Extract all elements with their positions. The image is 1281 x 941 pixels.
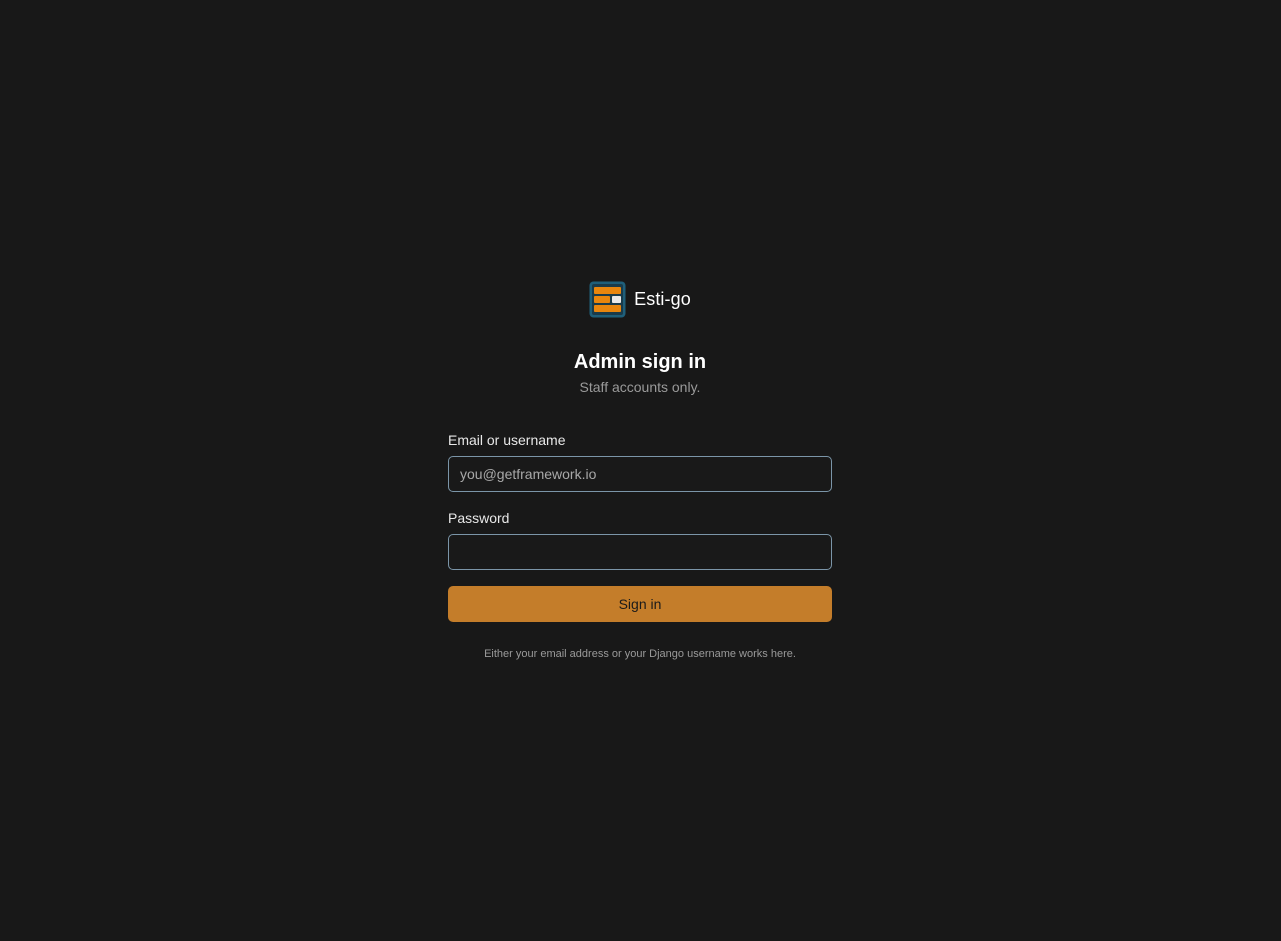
brand: Esti-go: [448, 281, 832, 318]
sign-in-button[interactable]: Sign in: [448, 586, 832, 622]
login-hint: Either your email address or your Django…: [484, 648, 796, 660]
page-subtitle: Staff accounts only.: [579, 379, 701, 395]
layout-blocks-icon: [589, 281, 626, 318]
page-title: Admin sign in: [573, 351, 707, 373]
login-page: Esti-go Admin sign in Staff accounts onl…: [0, 0, 1281, 941]
password-label: Password: [448, 510, 510, 526]
email-field[interactable]: [448, 456, 832, 492]
login-form: Email or username Password Sign in: [448, 431, 832, 622]
email-label: Email or username: [448, 432, 566, 448]
password-field[interactable]: [448, 534, 832, 570]
email-group: Email or username: [448, 431, 832, 492]
password-group: Password: [448, 509, 832, 570]
brand-name: Esti-go: [634, 289, 691, 309]
login-container: Esti-go Admin sign in Staff accounts onl…: [448, 281, 832, 662]
